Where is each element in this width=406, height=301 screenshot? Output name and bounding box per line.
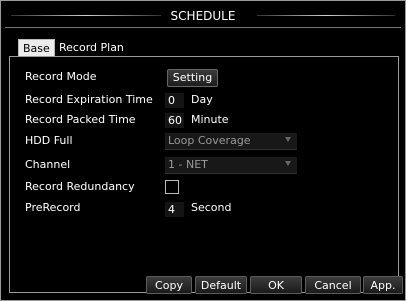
window-title: SCHEDULE (170, 9, 236, 23)
default-button[interactable]: Default (195, 276, 247, 294)
chevron-down-icon (285, 137, 291, 142)
tab-base[interactable]: Base (18, 39, 55, 57)
chevron-down-icon (285, 161, 291, 166)
base-settings-panel (9, 56, 399, 293)
title-rule-right (257, 15, 395, 16)
record-expiration-unit: Day (191, 93, 213, 106)
prerecord-input[interactable]: 4 (165, 202, 184, 217)
cancel-button[interactable]: Cancel (305, 276, 361, 294)
title-bar: SCHEDULE (5, 5, 401, 28)
record-expiration-label: Record Expiration Time (25, 93, 153, 106)
apply-button[interactable]: App. (363, 276, 403, 294)
record-mode-setting-button[interactable]: Setting (167, 69, 218, 87)
record-packed-unit: Minute (191, 113, 229, 126)
ok-button[interactable]: OK (250, 276, 302, 294)
record-expiration-input[interactable]: 0 (165, 93, 184, 108)
schedule-window: SCHEDULE Base Record Plan Record Mode Se… (0, 0, 406, 301)
prerecord-label: PreRecord (25, 201, 81, 214)
record-redundancy-checkbox[interactable] (165, 180, 179, 194)
record-redundancy-label: Record Redundancy (25, 180, 135, 193)
prerecord-unit: Second (191, 201, 232, 214)
record-packed-label: Record Packed Time (25, 113, 136, 126)
copy-button[interactable]: Copy (146, 276, 192, 294)
hdd-full-value: Loop Coverage (168, 134, 251, 147)
hdd-full-label: HDD Full (25, 134, 73, 147)
tab-record-plan[interactable]: Record Plan (55, 39, 128, 57)
hdd-full-select[interactable]: Loop Coverage (165, 133, 297, 150)
channel-label: Channel (25, 158, 71, 171)
channel-select[interactable]: 1 - NET (165, 157, 297, 174)
record-mode-label: Record Mode (25, 70, 97, 83)
record-packed-input[interactable]: 60 (165, 113, 184, 128)
channel-value: 1 - NET (168, 158, 208, 171)
